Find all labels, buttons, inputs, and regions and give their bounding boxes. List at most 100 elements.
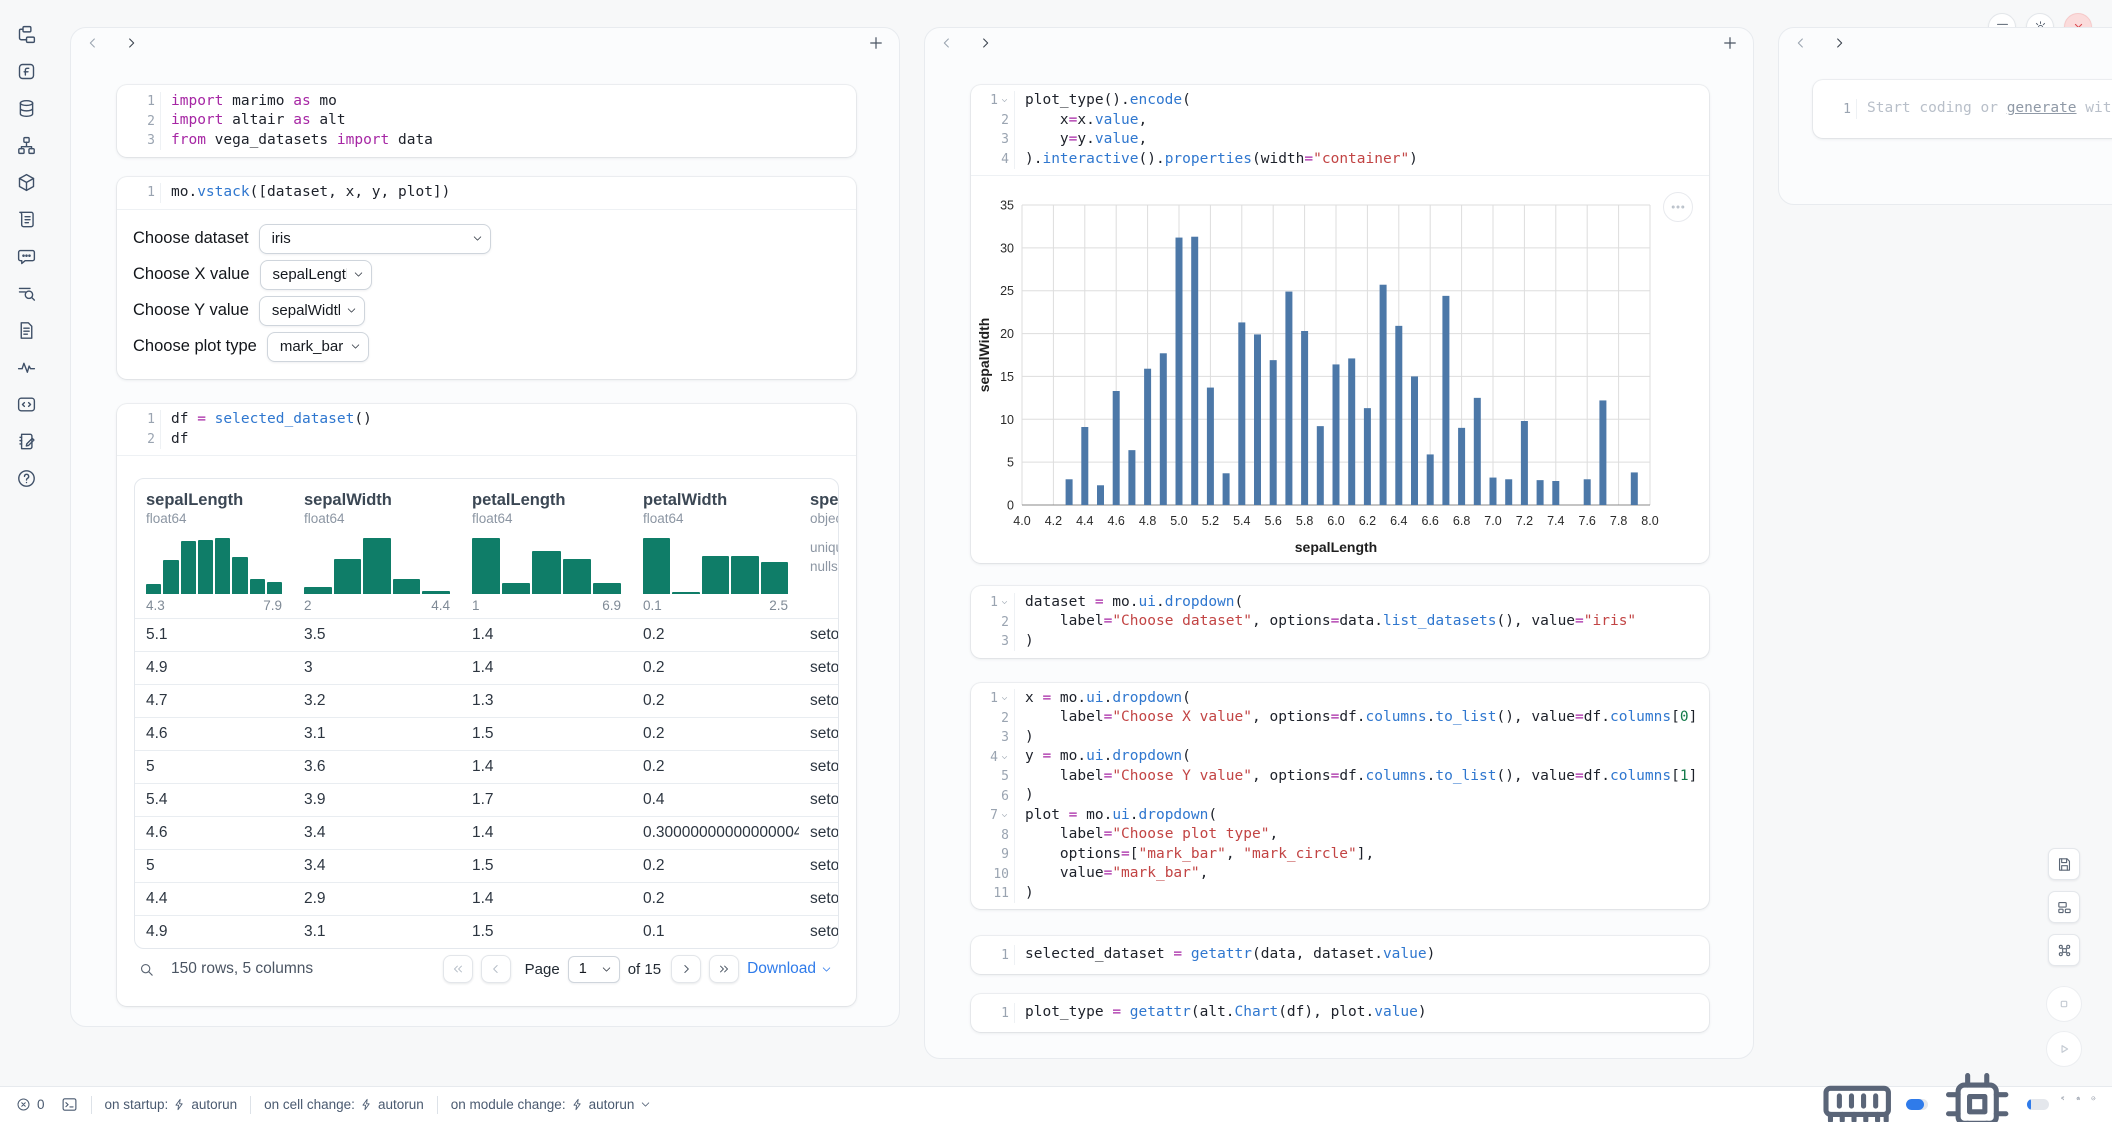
bolt-icon <box>571 1098 584 1111</box>
choose-x-value-select[interactable]: sepalLength <box>260 260 372 290</box>
runtime-setting-2[interactable]: on cell change:autorun <box>264 1097 424 1112</box>
notebook-column-1: 1import marimo as mo2import altair as al… <box>70 27 900 1027</box>
sidebar-item-help[interactable] <box>8 460 44 497</box>
bar-chart-svg[interactable]: 4.04.24.44.64.85.05.25.45.65.86.06.26.46… <box>971 178 1709 563</box>
sidebar-item-activity-pulse[interactable] <box>8 349 44 386</box>
column-header-sepalWidth[interactable]: sepalWidthfloat6424.4 <box>293 491 461 613</box>
code-line: 2 label="Choose X value", options=df.col… <box>971 708 1709 728</box>
dataset-dropdown-cell[interactable]: 1dataset = mo.ui.dropdown(2 label="Choos… <box>971 586 1709 658</box>
command-button[interactable] <box>2048 934 2080 966</box>
sidebar-item-database[interactable] <box>8 90 44 127</box>
sparkle-ai-button[interactable] <box>2060 1096 2065 1113</box>
code-editor[interactable]: 1selected_dataset = getattr(data, datase… <box>971 936 1709 974</box>
save-button[interactable] <box>2048 848 2080 880</box>
prev-page-button[interactable] <box>481 955 511 983</box>
run-button[interactable] <box>2046 1031 2082 1067</box>
column-name: sepalLength <box>146 491 282 510</box>
code-text: dataset = mo.ui.dropdown( <box>1015 593 1243 613</box>
choose-y-value-select[interactable]: sepalWidth <box>259 296 365 326</box>
imports-cell[interactable]: 1import marimo as mo2import altair as al… <box>117 85 856 157</box>
last-page-button[interactable] <box>709 955 739 983</box>
choose-dataset-select[interactable]: iris <box>259 224 491 254</box>
empty-cell[interactable]: 1Start coding or generate with AI <box>1813 80 2112 138</box>
choose-plot-type-select[interactable]: mark_bar <box>267 332 369 362</box>
scroll-column-left-button[interactable] <box>85 35 101 51</box>
xy-plot-dropdowns-cell[interactable]: 1x = mo.ui.dropdown(2 label="Choose X va… <box>971 683 1709 909</box>
code-editor[interactable]: 1Start coding or generate with AI <box>1813 80 2112 138</box>
column-header-petalWidth[interactable]: petalWidthfloat640.12.5 <box>632 491 799 613</box>
layout-grid-button[interactable] <box>2048 891 2080 923</box>
chevron-down-icon <box>639 1098 652 1111</box>
runtime-setting-1[interactable]: on startup:autorun <box>105 1097 238 1112</box>
code-editor[interactable]: 1x = mo.ui.dropdown(2 label="Choose X va… <box>971 683 1709 909</box>
download-button[interactable]: Download <box>747 960 833 978</box>
scroll-column-right-button[interactable] <box>123 35 139 51</box>
selected-dataset-cell[interactable]: 1selected_dataset = getattr(data, datase… <box>971 936 1709 974</box>
sidebar-item-package-cube[interactable] <box>8 164 44 201</box>
choose-x-value-select[interactable]: sepalLength <box>260 260 372 290</box>
cell-output: 4.04.24.44.64.85.05.25.45.65.86.06.26.46… <box>971 175 1709 563</box>
chart-bar <box>1128 450 1135 505</box>
runtime-setting-3[interactable]: on module change:autorun <box>451 1097 653 1112</box>
terminal-button[interactable] <box>61 1096 78 1113</box>
code-line: 2import altair as alt <box>117 111 856 131</box>
sidebar-item-scratchpad[interactable] <box>8 423 44 460</box>
plus-icon <box>1721 34 1739 52</box>
runtime-setting-value: autorun <box>191 1097 237 1112</box>
choose-plot-type-select[interactable]: mark_bar <box>267 332 369 362</box>
scroll-column-right-button[interactable] <box>977 35 993 51</box>
choose-y-value-select[interactable]: sepalWidth <box>259 296 365 326</box>
first-page-button[interactable] <box>443 955 473 983</box>
code-editor[interactable]: 1import marimo as mo2import altair as al… <box>117 85 856 157</box>
scroll-column-left-button[interactable] <box>1793 35 1809 51</box>
code-line: 8 label="Choose plot type", <box>971 825 1709 845</box>
column-header-petalLength[interactable]: petalLengthfloat6416.9 <box>461 491 632 613</box>
sidebar-item-chat-bot[interactable] <box>8 238 44 275</box>
page-select[interactable]: 1 <box>568 956 620 983</box>
table-cell: 0.2 <box>632 659 799 677</box>
sidebar-item-file-tree[interactable] <box>8 16 44 53</box>
scroll-column-right-button[interactable] <box>1831 35 1847 51</box>
sidebar-item-document[interactable] <box>8 312 44 349</box>
cell-output: Choose datasetirisChoose X valuesepalLen… <box>117 209 856 362</box>
sidebar-item-script-scroll[interactable] <box>8 201 44 238</box>
code-editor[interactable]: 1plot_type().encode(2 x=x.value,3 y=y.va… <box>971 85 1709 175</box>
scroll-column-left-button[interactable] <box>939 35 955 51</box>
errors-indicator[interactable]: 0 <box>16 1097 45 1112</box>
choose-dataset-select[interactable]: iris <box>259 224 491 254</box>
cpu-icon <box>1939 1066 2015 1122</box>
table-search-button[interactable] <box>138 961 155 978</box>
sidebar-item-code-snippet[interactable] <box>8 386 44 423</box>
code-text: y = mo.ui.dropdown( <box>1015 747 1191 767</box>
robot-button[interactable] <box>2076 1096 2081 1113</box>
code-editor[interactable]: 1mo.vstack([dataset, x, y, plot]) <box>117 177 856 209</box>
chart-menu-button[interactable] <box>1663 192 1693 222</box>
control-row: Choose datasetiris <box>133 224 856 254</box>
plot-type-cell[interactable]: 1plot_type = getattr(alt.Chart(df), plot… <box>971 994 1709 1032</box>
add-cell-button[interactable] <box>867 34 885 52</box>
stop-button[interactable] <box>2046 986 2082 1022</box>
page-select[interactable]: 1 <box>568 956 620 983</box>
vstack-cell[interactable]: 1mo.vstack([dataset, x, y, plot])Choose … <box>117 177 856 379</box>
dataframe-cell[interactable]: 1df = selected_dataset()2df sepalLengthfl… <box>117 404 856 1006</box>
chevron-down-icon <box>820 963 833 976</box>
max-value: 6.9 <box>602 598 621 613</box>
add-cell-button[interactable] <box>1721 34 1739 52</box>
column-header-sepalLength[interactable]: sepalLengthfloat644.37.9 <box>135 491 293 613</box>
sidebar-item-dependency-graph[interactable] <box>8 127 44 164</box>
chart-bar <box>1380 285 1387 505</box>
histogram-bar <box>472 538 500 594</box>
plot-cell[interactable]: 1plot_type().encode(2 x=x.value,3 y=y.va… <box>971 85 1709 563</box>
code-editor[interactable]: 1df = selected_dataset()2df <box>117 404 856 455</box>
chevrons-left-icon <box>451 962 465 976</box>
table-cell: 3 <box>293 659 461 677</box>
code-editor[interactable]: 1dataset = mo.ui.dropdown(2 label="Choos… <box>971 586 1709 658</box>
sidebar-item-function-f[interactable] <box>8 53 44 90</box>
check-circle-button[interactable] <box>2091 1096 2096 1113</box>
sidebar-item-search-list[interactable] <box>8 275 44 312</box>
table-cell: 0.4 <box>632 791 799 809</box>
next-page-button[interactable] <box>671 955 701 983</box>
code-editor[interactable]: 1plot_type = getattr(alt.Chart(df), plot… <box>971 994 1709 1032</box>
code-text: plot_type = getattr(alt.Chart(df), plot.… <box>1015 1003 1427 1023</box>
column-header-species[interactable]: speciesobjectunique:nulls: <box>799 491 839 613</box>
